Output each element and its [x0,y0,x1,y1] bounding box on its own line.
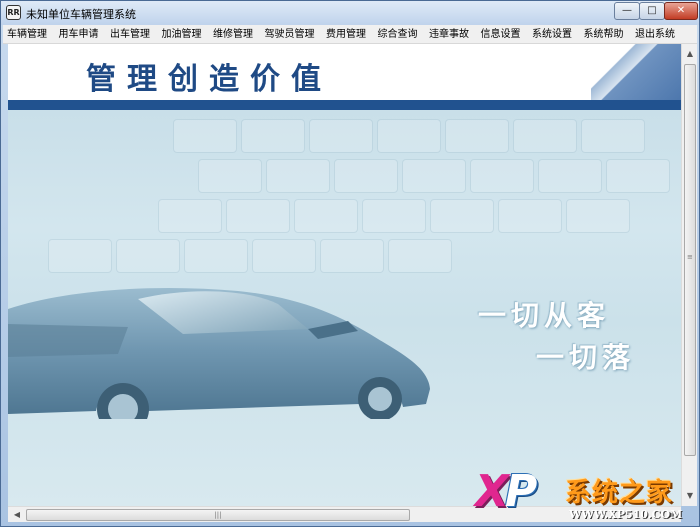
banner-band [8,100,681,110]
slogan-line-2: 一切落 [536,341,636,374]
vertical-scrollbar[interactable]: ▲ ≡ ▼ [681,44,697,506]
scroll-up-arrow-icon[interactable]: ▲ [682,46,698,62]
menu-repair-management[interactable]: 维修管理 [209,25,257,44]
watermark-url: WWW.XP510.COM [569,508,683,521]
menu-cost-management[interactable]: 费用管理 [322,25,370,44]
menu-vehicle-management[interactable]: 车辆管理 [3,25,51,44]
slogan-line-1: 一切从客 [478,299,611,332]
xp510-watermark-logo: XP 系统之家 WWW.XP510.COM [467,466,697,526]
close-button[interactable]: ✕ [664,2,698,20]
maximize-button[interactable]: □ [639,2,665,20]
minimize-button[interactable]: — [614,2,640,20]
menu-info-settings[interactable]: 信息设置 [477,25,525,44]
menu-exit-system[interactable]: 退出系统 [631,25,679,44]
title-bar[interactable]: RR 未知单位车辆管理系统 — □ ✕ [1,1,699,25]
menu-system-help[interactable]: 系统帮助 [580,25,628,44]
banner-corner-decoration [591,44,681,100]
app-window: RR 未知单位车辆管理系统 — □ ✕ 车辆管理 用车申请 出车管理 加油管理 … [0,0,700,527]
window-title: 未知单位车辆管理系统 [26,8,136,21]
vertical-grip-icon: ≡ [687,253,693,261]
watermark-xp-logo: XP [475,466,537,517]
banner-title: 管理创造价值 [86,62,332,97]
watermark-brand-text: 系统之家 [565,478,674,508]
client-area: 管理创造价值 一切从客 一切落 [8,44,681,506]
app-icon[interactable]: RR [6,5,21,20]
menu-vehicle-request[interactable]: 用车申请 [55,25,103,44]
menu-driver-management[interactable]: 驾驶员管理 [261,25,319,44]
menu-general-query[interactable]: 综合查询 [374,25,422,44]
menu-dispatch-management[interactable]: 出车管理 [106,25,154,44]
menu-violations-accidents[interactable]: 违章事故 [425,25,473,44]
scroll-left-arrow-icon[interactable]: ◀ [9,507,25,523]
car-image [8,288,430,419]
horizontal-scroll-thumb[interactable]: ||| [26,509,410,521]
menu-fuel-management[interactable]: 加油管理 [158,25,206,44]
menu-system-settings[interactable]: 系统设置 [528,25,576,44]
menu-bar: 车辆管理 用车申请 出车管理 加油管理 维修管理 驾驶员管理 费用管理 综合查询… [3,25,697,44]
header-banner: 管理创造价值 [8,44,681,110]
vertical-scroll-thumb[interactable]: ≡ [684,64,696,456]
